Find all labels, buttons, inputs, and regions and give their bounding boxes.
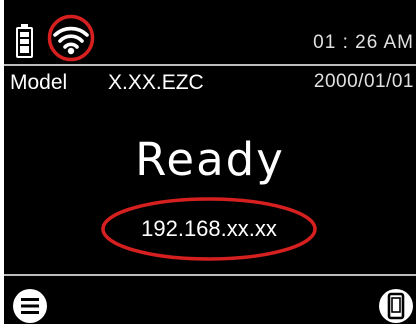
model-label: Model bbox=[10, 71, 68, 94]
wifi-highlight-circle bbox=[47, 14, 95, 62]
model-value: X.XX.EZC bbox=[108, 71, 204, 94]
bottom-divider bbox=[4, 274, 416, 276]
device-icon[interactable] bbox=[378, 288, 414, 324]
top-divider bbox=[4, 64, 416, 66]
battery-full-icon bbox=[16, 24, 33, 58]
ip-address: 192.168.xx.xx bbox=[141, 216, 277, 241]
menu-icon[interactable] bbox=[12, 288, 48, 324]
wifi-status[interactable] bbox=[47, 14, 95, 62]
status-text: Ready bbox=[135, 133, 285, 186]
date: 2000/01/01 bbox=[313, 71, 414, 92]
ip-address-area: 192.168.xx.xx bbox=[100, 196, 318, 262]
printer-display: 01 : 26 AM Model X.XX.EZC 2000/01/01 Rea… bbox=[4, 0, 416, 324]
clock: 01 : 26 AM bbox=[313, 32, 414, 53]
